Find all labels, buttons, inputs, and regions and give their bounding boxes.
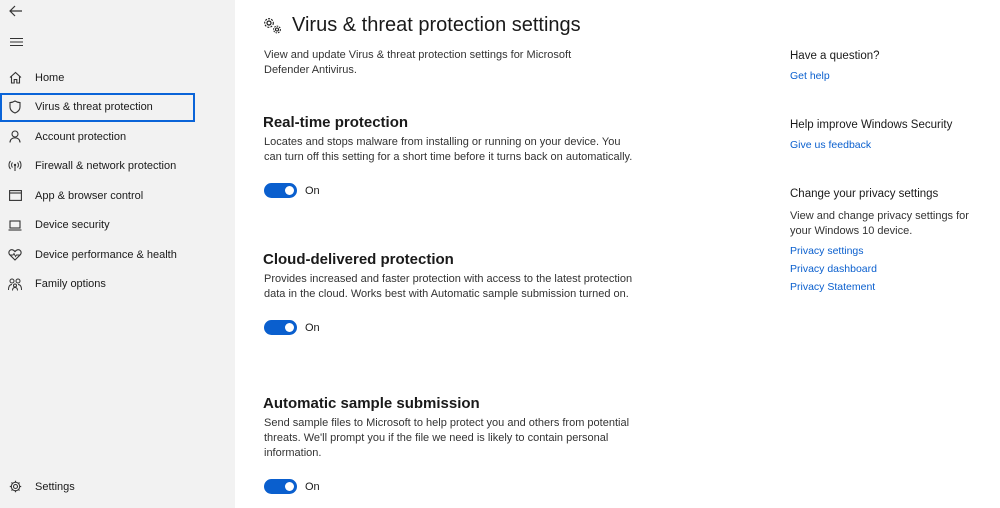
wifi-signal-icon	[8, 159, 22, 173]
privacy-settings-link[interactable]: Privacy settings	[790, 245, 990, 257]
sidebar-item-firewall-network-protection[interactable]: Firewall & network protection	[0, 152, 235, 182]
cloud-delivered-protection-toggle[interactable]	[264, 320, 297, 335]
aside-title: Help improve Windows Security	[790, 119, 953, 131]
menu-button[interactable]	[6, 33, 26, 51]
family-icon	[8, 277, 22, 291]
toggle-knob	[285, 186, 294, 195]
privacy-dashboard-link[interactable]: Privacy dashboard	[790, 263, 990, 275]
sidebar-item-label: Account protection	[35, 130, 127, 143]
section-title: Real-time protection	[263, 114, 409, 131]
aside-text: View and change privacy settings for you…	[790, 210, 969, 237]
give-feedback-link[interactable]: Give us feedback	[790, 139, 990, 151]
toggle-row: On	[263, 479, 633, 494]
privacy-statement-link[interactable]: Privacy Statement	[790, 281, 990, 293]
improve-block: Help improve Windows Security Give us fe…	[790, 119, 990, 151]
toggle-row: On	[263, 320, 633, 335]
sidebar-item-virus-threat-protection[interactable]: Virus & threat protection	[0, 92, 195, 122]
page-description: View and update Virus & threat protectio…	[264, 49, 572, 76]
privacy-block: Change your privacy settings View and ch…	[790, 188, 990, 293]
sidebar-item-app-browser-control[interactable]: App & browser control	[0, 181, 235, 211]
toggle-row: On	[263, 183, 633, 198]
sidebar-item-label: Device performance & health	[35, 248, 177, 261]
toggle-knob	[285, 323, 294, 332]
aside-title: Have a question?	[790, 50, 880, 62]
sidebar-item-label: Family options	[35, 278, 106, 291]
page-header: Virus & threat protection settings	[263, 14, 581, 37]
sidebar-item-label: Virus & threat protection	[35, 101, 153, 114]
get-help-link[interactable]: Get help	[790, 70, 990, 82]
sidebar-item-label: App & browser control	[35, 189, 144, 202]
sidebar-item-label: Device security	[35, 219, 110, 232]
sidebar-item-settings[interactable]: Settings	[0, 472, 235, 502]
sidebar-item-account-protection[interactable]: Account protection	[0, 122, 235, 152]
sidebar-nav: Home Virus & threat protection Account p…	[0, 63, 235, 299]
toggle-state-label: On	[305, 480, 320, 493]
sidebar-item-device-security[interactable]: Device security	[0, 211, 235, 241]
sidebar-item-device-performance-health[interactable]: Device performance & health	[0, 240, 235, 270]
toggle-state-label: On	[305, 184, 320, 197]
laptop-icon	[8, 218, 22, 232]
sidebar-item-label: Settings	[35, 480, 75, 493]
section-description: Provides increased and faster protection…	[264, 273, 633, 300]
section-description: Send sample files to Microsoft to help p…	[264, 417, 630, 459]
realtime-protection-toggle[interactable]	[264, 183, 297, 198]
settings-gears-icon	[263, 16, 283, 36]
toggle-state-label: On	[305, 321, 320, 334]
sidebar-item-home[interactable]: Home	[0, 63, 235, 93]
back-button[interactable]	[6, 2, 26, 20]
sidebar-item-label: Home	[35, 71, 65, 84]
question-block: Have a question? Get help	[790, 50, 990, 82]
section-description: Locates and stops malware from installin…	[264, 136, 633, 163]
cloud-delivered-protection-section: Cloud-delivered protection Provides incr…	[263, 251, 633, 335]
sidebar-item-family-options[interactable]: Family options	[0, 270, 235, 300]
section-title: Automatic sample submission	[263, 395, 480, 412]
home-icon	[8, 71, 22, 85]
person-icon	[8, 130, 22, 144]
toggle-knob	[285, 482, 294, 491]
hamburger-icon	[9, 37, 23, 47]
aside-title: Change your privacy settings	[790, 188, 939, 200]
page-title: Virus & threat protection settings	[292, 14, 581, 36]
sidebar: Home Virus & threat protection Account p…	[0, 0, 235, 508]
app-window-icon	[8, 189, 22, 203]
automatic-sample-submission-toggle[interactable]	[264, 479, 297, 494]
gear-icon	[8, 480, 22, 494]
automatic-sample-submission-section: Automatic sample submission Send sample …	[263, 395, 633, 494]
shield-icon	[8, 100, 22, 114]
section-title: Cloud-delivered protection	[263, 251, 454, 268]
sidebar-item-label: Firewall & network protection	[35, 160, 177, 173]
back-arrow-icon	[9, 5, 22, 17]
realtime-protection-section: Real-time protection Locates and stops m…	[263, 114, 633, 198]
heart-icon	[8, 248, 22, 262]
